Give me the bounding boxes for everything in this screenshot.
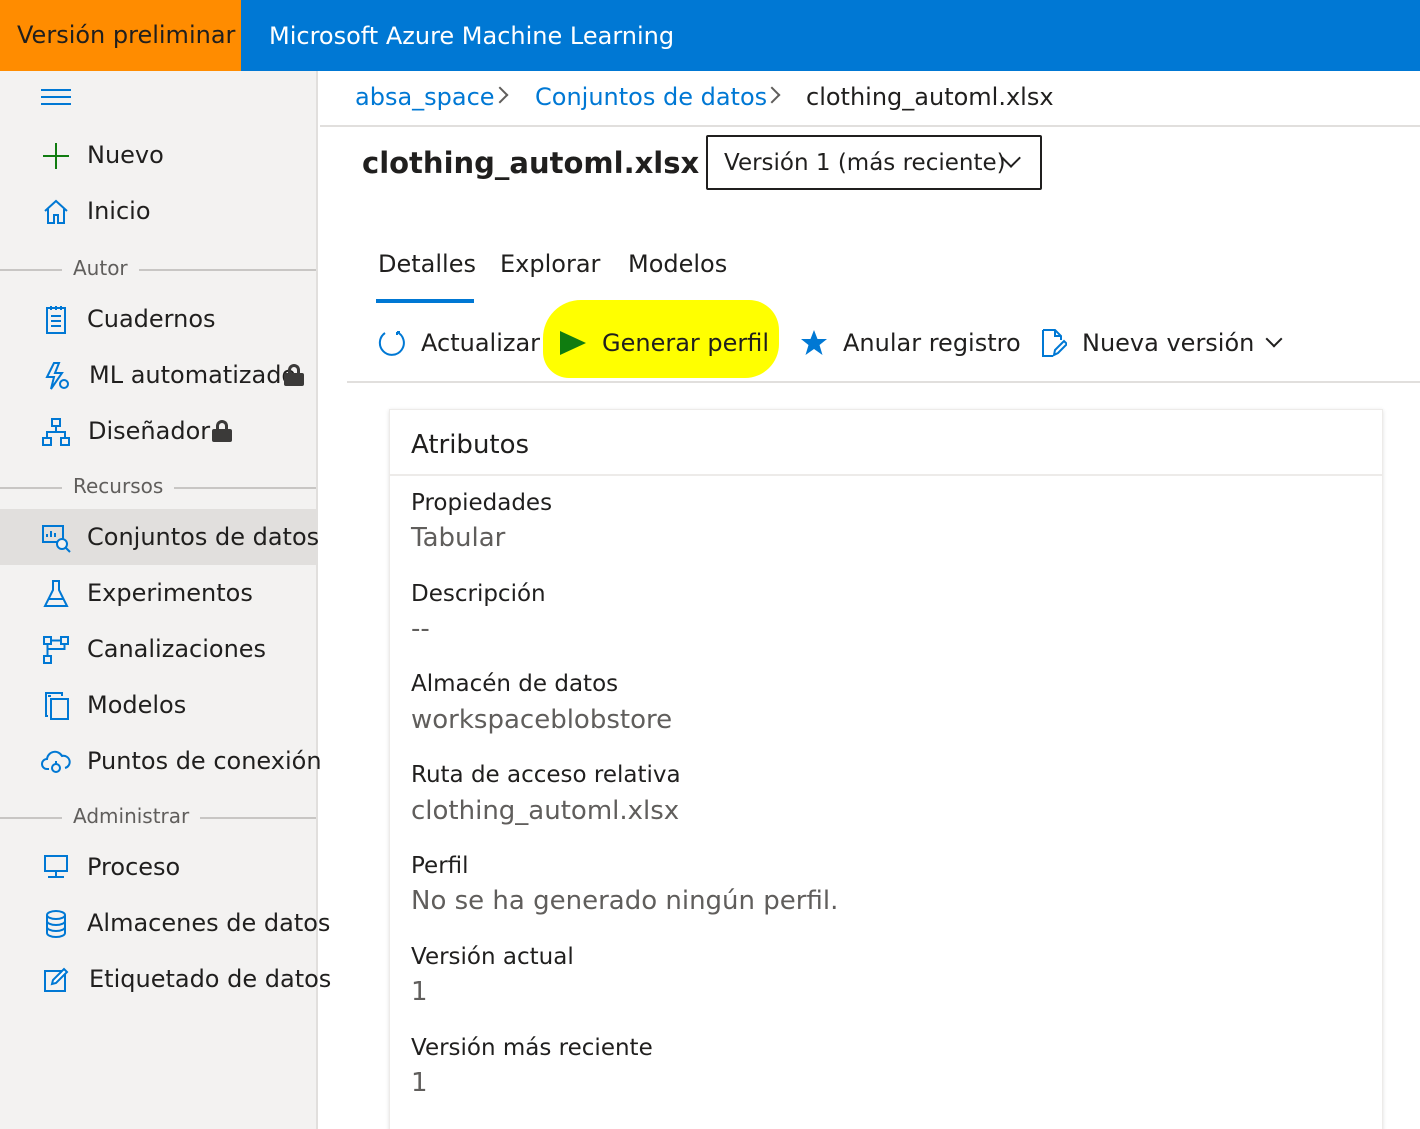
unregister-button[interactable]: Anular registro xyxy=(799,325,1021,361)
latest-version-label: Versión más reciente xyxy=(411,1035,653,1061)
version-dropdown-value: Versión 1 (más reciente) xyxy=(724,150,1006,176)
sidebar-item-experiments[interactable]: Experimentos xyxy=(0,565,316,621)
home-icon xyxy=(41,197,71,227)
tab-explore[interactable]: Explorar xyxy=(500,250,600,278)
sidebar-item-pipelines[interactable]: Canalizaciones xyxy=(0,621,316,677)
top-bar: Versión preliminar Microsoft Azure Machi… xyxy=(0,0,1420,71)
chevron-down-icon xyxy=(1265,330,1283,348)
properties-value: Tabular xyxy=(411,523,506,553)
sidebar-item-label: Nuevo xyxy=(87,141,164,169)
properties-label: Propiedades xyxy=(411,490,553,516)
preview-badge: Versión preliminar xyxy=(0,0,241,71)
datastore-value[interactable]: workspaceblobstore xyxy=(411,705,672,735)
sidebar-item-new[interactable]: Nuevo xyxy=(0,127,316,183)
sidebar-item-label: Puntos de conexión xyxy=(87,747,322,775)
sidebar-item-data-labeling[interactable]: Etiquetado de datos xyxy=(0,951,331,1007)
play-icon xyxy=(558,328,588,358)
sidebar-item-home[interactable]: Inicio xyxy=(0,183,316,239)
lock-icon xyxy=(284,364,304,386)
sidebar-item-label: Experimentos xyxy=(87,579,253,607)
relative-path-label: Ruta de acceso relativa xyxy=(411,762,681,788)
endpoint-icon xyxy=(41,747,71,777)
new-version-button[interactable]: Nueva versión xyxy=(1038,325,1283,361)
breadcrumb-current: clothing_automl.xlsx xyxy=(806,83,1054,111)
sidebar-item-compute[interactable]: Proceso xyxy=(0,839,316,895)
sidebar-item-label: Etiquetado de datos xyxy=(89,965,332,993)
pipeline-icon xyxy=(41,635,71,665)
tab-details[interactable]: Detalles xyxy=(378,250,476,278)
sidebar-item-label: Almacenes de datos xyxy=(87,909,331,937)
datastore-label: Almacén de datos xyxy=(411,671,619,697)
current-version-label: Versión actual xyxy=(411,944,574,970)
sidebar-item-datasets[interactable]: Conjuntos de datos xyxy=(0,509,320,565)
relative-path-value: clothing_automl.xlsx xyxy=(411,796,680,826)
latest-version-value: 1 xyxy=(411,1068,428,1098)
sidebar-item-label: Cuadernos xyxy=(87,305,216,333)
description-label: Descripción xyxy=(411,581,546,607)
sidebar-item-label: Proceso xyxy=(87,853,181,881)
new-version-icon xyxy=(1038,328,1068,358)
compute-icon xyxy=(41,853,71,883)
breadcrumb-workspace-link[interactable]: absa_space xyxy=(355,83,495,111)
card-title: Atributos xyxy=(411,430,530,460)
flask-icon xyxy=(41,579,71,609)
plus-icon xyxy=(41,141,71,171)
description-value: -- xyxy=(411,614,430,644)
star-icon xyxy=(799,328,829,358)
tab-models[interactable]: Modelos xyxy=(628,250,727,278)
app-title[interactable]: Microsoft Azure Machine Learning xyxy=(269,0,674,71)
section-header-manage: Administrar xyxy=(0,801,316,831)
breadcrumb-datasets-link[interactable]: Conjuntos de datos xyxy=(535,83,767,111)
command-bar-divider xyxy=(347,381,1420,383)
current-version-value: 1 xyxy=(411,977,428,1007)
notebook-icon xyxy=(41,305,71,335)
refresh-icon xyxy=(377,328,407,358)
sidebar-item-datastores[interactable]: Almacenes de datos xyxy=(0,895,330,951)
sidebar-item-endpoints[interactable]: Puntos de conexión xyxy=(0,733,322,789)
sidebar-item-designer[interactable]: Diseñador xyxy=(0,403,316,459)
sidebar-item-label: Canalizaciones xyxy=(87,635,267,663)
profile-label: Perfil xyxy=(411,853,469,879)
models-icon xyxy=(41,691,71,721)
lock-icon xyxy=(212,420,232,442)
sidebar: Nuevo Inicio Autor Cuadernos ML automati… xyxy=(0,71,331,1129)
hamburger-menu-icon[interactable] xyxy=(41,89,71,111)
sidebar-item-label: Conjuntos de datos xyxy=(87,523,320,551)
section-header-assets: Recursos xyxy=(0,471,316,501)
attributes-card: Atributos Propiedades Tabular Descripció… xyxy=(389,409,1383,1129)
breadcrumb: absa_space Conjuntos de datos clothing_a… xyxy=(320,71,1420,127)
sidebar-item-label: ML automatizado xyxy=(89,361,297,389)
sidebar-item-notebooks[interactable]: Cuadernos xyxy=(0,291,316,347)
version-dropdown[interactable]: Versión 1 (más reciente) xyxy=(706,135,1042,190)
sidebar-item-label: Modelos xyxy=(87,691,187,719)
profile-value: No se ha generado ningún perfil. xyxy=(411,886,839,916)
datastore-icon xyxy=(41,909,71,939)
labeling-icon xyxy=(41,965,71,995)
active-tab-indicator xyxy=(376,299,474,303)
sidebar-item-automl[interactable]: ML automatizado xyxy=(0,347,316,403)
designer-icon xyxy=(41,417,71,447)
refresh-button[interactable]: Actualizar xyxy=(377,325,540,361)
section-header-author: Autor xyxy=(0,253,316,283)
sidebar-item-label: Diseñador xyxy=(88,417,211,445)
automl-icon xyxy=(41,361,71,391)
generate-profile-button[interactable]: Generar perfil xyxy=(558,325,769,361)
sidebar-item-label: Inicio xyxy=(87,197,151,225)
sidebar-item-models[interactable]: Modelos xyxy=(0,677,316,733)
page-title: clothing_automl.xlsx xyxy=(362,146,700,180)
datasets-icon xyxy=(41,523,71,553)
